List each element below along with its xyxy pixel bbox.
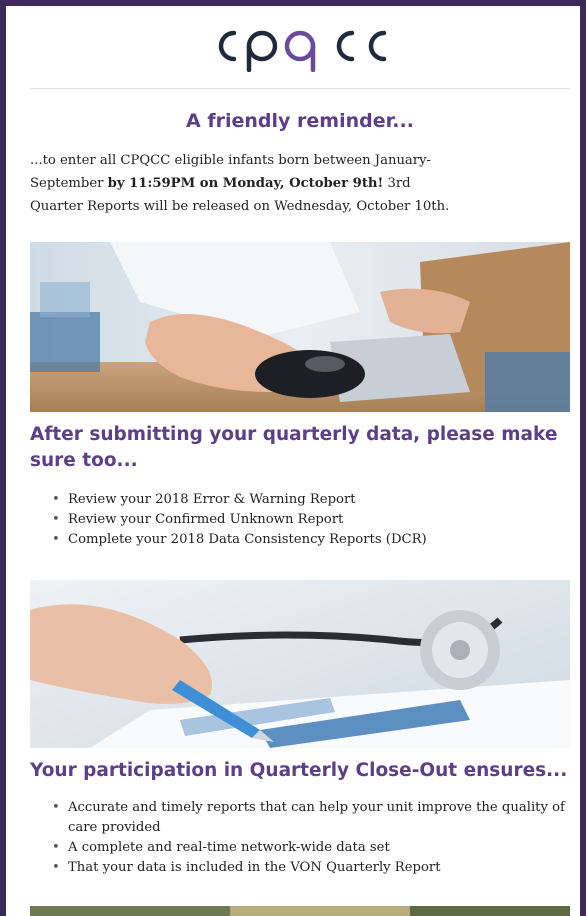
- section2-list: Accurate and timely reports that can hel…: [48, 798, 568, 878]
- section1-list: Review your 2018 Error & Warning Report …: [48, 490, 568, 550]
- magazines-photo: [30, 906, 570, 916]
- reminder-heading: A friendly reminder...: [186, 110, 414, 132]
- section1-heading: After submitting your quarterly data, pl…: [30, 424, 558, 471]
- list-item: That your data is included in the VON Qu…: [48, 858, 568, 878]
- list-item: A complete and real-time network-wide da…: [48, 838, 568, 858]
- email-frame: A friendly reminder... ...to enter all C…: [0, 0, 586, 916]
- reminder-line1: ...to enter all CPQCC eligible infants b…: [30, 153, 432, 168]
- header-divider: [30, 88, 570, 89]
- cpqcc-logo[interactable]: [30, 20, 570, 76]
- section2-heading: Your participation in Quarterly Close-Ou…: [30, 760, 568, 781]
- hand-on-mouse-photo: [30, 242, 570, 412]
- list-item: Accurate and timely reports that can hel…: [48, 798, 568, 838]
- deadline-text: by 11:59PM on Monday, October 9th!: [107, 176, 384, 191]
- stethoscope-form-photo: [30, 580, 570, 748]
- reminder-line2-start: September: [30, 176, 108, 191]
- list-item: Review your Confirmed Unknown Report: [48, 510, 568, 530]
- reminder-text: ...to enter all CPQCC eligible infants b…: [30, 149, 570, 218]
- list-item: Review your 2018 Error & Warning Report: [48, 490, 568, 510]
- list-item: Complete your 2018 Data Consistency Repo…: [48, 530, 568, 550]
- reminder-line2-end: 3rd: [383, 176, 411, 191]
- reminder-line3: Quarter Reports will be released on Wedn…: [30, 199, 450, 214]
